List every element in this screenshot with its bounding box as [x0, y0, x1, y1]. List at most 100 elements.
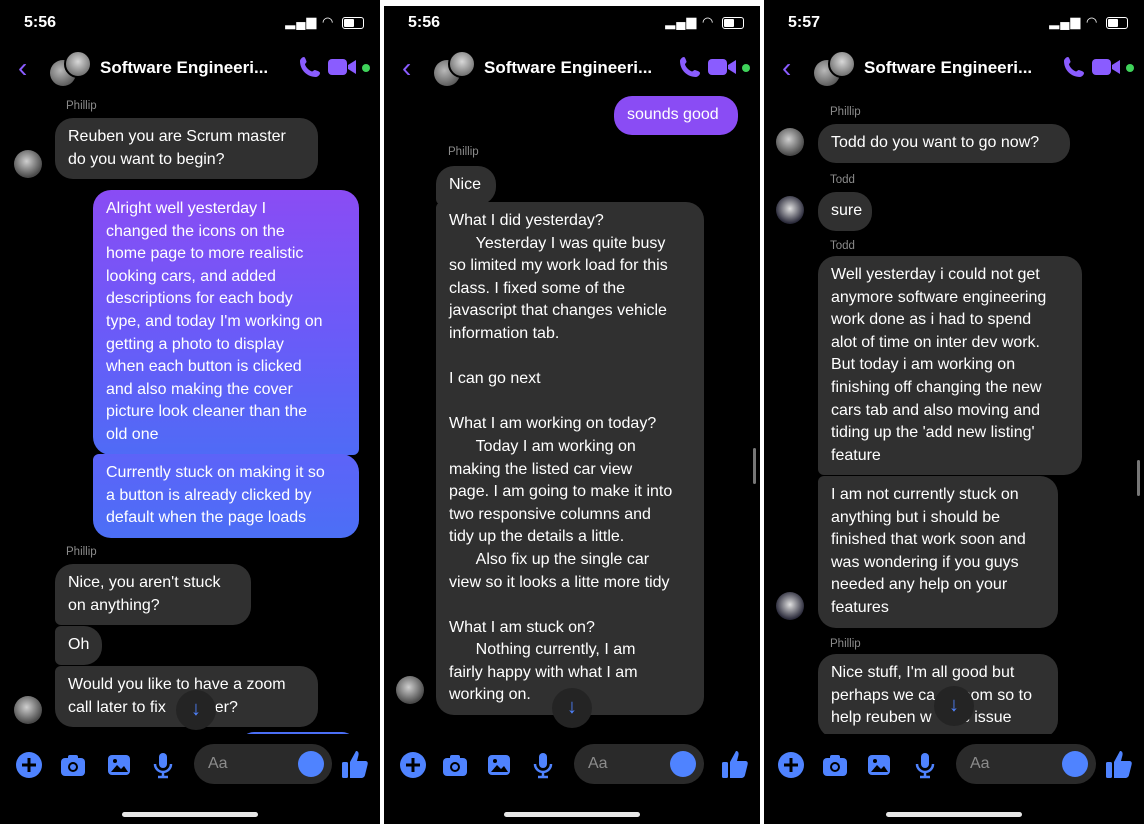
phone-call-icon[interactable] [678, 55, 702, 79]
chat-screen-2: 5:56 ▂▄▆ ◠ ‹ Software Engineeri... sound… [384, 0, 760, 824]
scrollbar[interactable] [1137, 460, 1140, 496]
microphone-icon[interactable] [910, 750, 940, 780]
input-placeholder: Aa [588, 755, 608, 772]
message-list[interactable]: sounds good Phillip Nice What I did yest… [384, 96, 760, 734]
input-placeholder: Aa [970, 755, 990, 772]
camera-icon[interactable] [440, 750, 470, 780]
chat-header: ‹ Software Engineeri... [764, 44, 1144, 94]
message-bubble-incoming[interactable]: Nice [436, 166, 496, 205]
message-input[interactable]: Aa [574, 744, 704, 784]
thumbs-up-icon[interactable] [340, 748, 370, 780]
message-bubble-incoming[interactable]: I am not currently stuck on anything but… [818, 476, 1058, 628]
avatar[interactable] [776, 196, 804, 224]
message-bubble-outgoing-partial [240, 732, 356, 734]
gallery-icon[interactable] [864, 750, 894, 780]
chat-title[interactable]: Software Engineeri... [484, 58, 652, 78]
home-indicator [504, 812, 640, 817]
camera-icon[interactable] [58, 750, 88, 780]
composer-bar: Aa [764, 744, 1144, 788]
group-avatar[interactable] [434, 50, 476, 88]
gallery-icon[interactable] [104, 750, 134, 780]
sender-name: Phillip [66, 546, 97, 558]
avatar[interactable] [396, 676, 424, 704]
video-call-icon[interactable] [1092, 57, 1122, 77]
status-icons: ▂▄▆ ◠ [665, 14, 744, 30]
status-icons: ▂▄▆ ◠ [1049, 14, 1128, 30]
scroll-to-bottom-arrow-icon[interactable]: ↓ [934, 686, 974, 726]
online-indicator [742, 64, 750, 72]
back-chevron-icon[interactable]: ‹ [18, 54, 27, 82]
back-chevron-icon[interactable]: ‹ [782, 54, 791, 82]
group-avatar[interactable] [50, 50, 92, 88]
scroll-to-bottom-arrow-icon[interactable]: ↓ [176, 690, 216, 730]
back-chevron-icon[interactable]: ‹ [402, 54, 411, 82]
plus-icon[interactable] [776, 750, 806, 780]
avatar[interactable] [776, 128, 804, 156]
battery-icon [722, 16, 744, 29]
message-bubble-outgoing[interactable]: Currently stuck on making it so a button… [93, 454, 359, 538]
thumbs-up-icon[interactable] [1104, 748, 1134, 780]
input-placeholder: Aa [208, 755, 228, 772]
top-divider [384, 0, 760, 6]
plus-icon[interactable] [14, 750, 44, 780]
composer-bar: Aa [384, 744, 760, 788]
status-time: 5:56 [408, 14, 441, 31]
video-call-icon[interactable] [708, 57, 738, 77]
status-bar: 5:56 ▂▄▆ ◠ [24, 12, 364, 36]
sender-name: Phillip [830, 638, 861, 650]
message-bubble-incoming[interactable]: sure [818, 192, 872, 231]
microphone-icon[interactable] [148, 750, 178, 780]
message-bubble-outgoing[interactable]: Alright well yesterday I changed the ico… [93, 190, 359, 455]
battery-icon [342, 16, 364, 29]
video-call-icon[interactable] [328, 57, 358, 77]
message-input[interactable]: Aa [194, 744, 332, 784]
avatar[interactable] [14, 150, 42, 178]
status-time: 5:57 [788, 14, 821, 31]
message-bubble-outgoing[interactable]: sounds good [614, 96, 738, 135]
message-bubble-incoming[interactable]: Well yesterday i could not get anymore s… [818, 256, 1082, 476]
message-bubble-incoming[interactable]: Reuben you are Scrum master do you want … [55, 118, 318, 180]
sender-name: Todd [830, 240, 855, 252]
emoji-icon[interactable] [1062, 751, 1088, 777]
battery-icon [1106, 16, 1128, 29]
sender-name: Todd [830, 174, 855, 186]
home-indicator [886, 812, 1022, 817]
sender-name: Phillip [830, 106, 861, 118]
thumbs-up-icon[interactable] [720, 748, 750, 780]
status-bar: 5:57 ▂▄▆ ◠ [788, 12, 1128, 36]
chat-title[interactable]: Software Engineeri... [100, 58, 268, 78]
scroll-to-bottom-arrow-icon[interactable]: ↓ [552, 688, 592, 728]
status-time: 5:56 [24, 14, 57, 31]
online-indicator [362, 64, 370, 72]
sender-name: Phillip [66, 100, 97, 112]
sender-name: Phillip [448, 146, 479, 158]
composer-bar: Aa [0, 744, 380, 788]
home-indicator [122, 812, 258, 817]
emoji-icon[interactable] [670, 751, 696, 777]
chat-screen-3: 5:57 ▂▄▆ ◠ ‹ Software Engineeri... Phill… [764, 0, 1144, 824]
chat-screen-1: 5:56 ▂▄▆ ◠ ‹ Software Engineeri... Phill… [0, 0, 380, 824]
avatar[interactable] [776, 592, 804, 620]
message-list[interactable]: Phillip Reuben you are Scrum master do y… [0, 96, 380, 734]
emoji-icon[interactable] [298, 751, 324, 777]
camera-icon[interactable] [820, 750, 850, 780]
chat-title[interactable]: Software Engineeri... [864, 58, 1032, 78]
message-list[interactable]: Phillip Todd do you want to go now? Todd… [764, 96, 1144, 734]
scrollbar[interactable] [753, 448, 756, 484]
chat-header: ‹ Software Engineeri... [0, 44, 380, 94]
message-bubble-incoming[interactable]: Oh [55, 626, 102, 665]
plus-icon[interactable] [398, 750, 428, 780]
phone-call-icon[interactable] [1062, 55, 1086, 79]
status-bar: 5:56 ▂▄▆ ◠ [408, 12, 744, 36]
status-icons: ▂▄▆ ◠ [285, 14, 364, 30]
message-bubble-incoming[interactable]: Nice, you aren't stuck on anything? [55, 564, 251, 626]
phone-call-icon[interactable] [298, 55, 322, 79]
microphone-icon[interactable] [528, 750, 558, 780]
chat-header: ‹ Software Engineeri... [384, 44, 760, 94]
message-input[interactable]: Aa [956, 744, 1096, 784]
message-bubble-incoming[interactable]: Todd do you want to go now? [818, 124, 1070, 163]
gallery-icon[interactable] [484, 750, 514, 780]
avatar[interactable] [14, 696, 42, 724]
group-avatar[interactable] [814, 50, 856, 88]
message-bubble-incoming[interactable]: What I did yesterday? Yesterday I was qu… [436, 202, 704, 716]
